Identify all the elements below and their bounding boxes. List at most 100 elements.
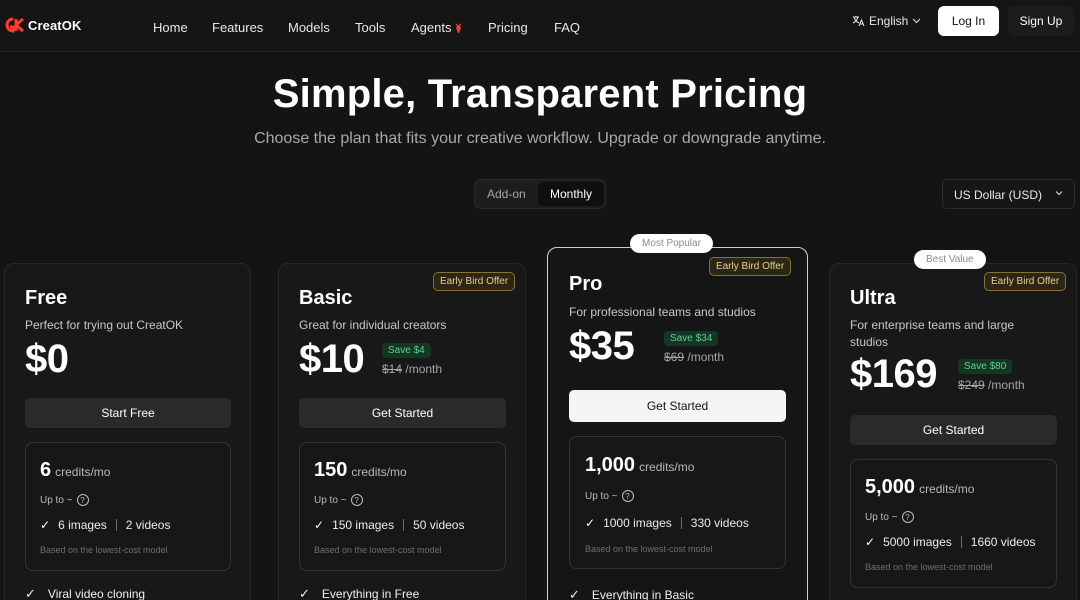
credits-amount: 1,000 credits/mo [585, 454, 694, 477]
up-to-label: Up to ~? [585, 490, 634, 502]
usage-row: ✓ 1000 images 330 videos [585, 516, 749, 530]
images-count: 5000 images [883, 535, 952, 549]
early-bird-badge: Early Bird Offer [984, 272, 1067, 291]
get-started-button[interactable]: Get Started [569, 390, 786, 422]
divider [115, 519, 117, 531]
signup-button[interactable]: Sign Up [1008, 6, 1074, 36]
logo-text: CreatOK [28, 17, 82, 33]
save-badge: Save $80 [958, 359, 1013, 374]
best-value-tag: Best Value [914, 250, 986, 269]
logo[interactable]: CreatOK [5, 17, 81, 33]
save-badge: Save $4 [382, 343, 431, 358]
up-to-text: Up to ~ [865, 511, 898, 523]
per-month: /month [687, 350, 725, 364]
videos-count: 1660 videos [970, 535, 1036, 549]
credits-value: 150 [314, 459, 348, 481]
check-icon: ✓ [314, 518, 325, 532]
get-started-button[interactable]: Get Started [299, 398, 506, 428]
save-badge: Save $34 [664, 331, 719, 346]
nav-features[interactable]: Features [212, 20, 263, 35]
feature-label: Everything in Basic [591, 588, 694, 600]
check-icon: ✓ [299, 586, 310, 600]
login-button[interactable]: Log In [938, 6, 999, 36]
help-icon[interactable]: ? [76, 494, 89, 506]
credits-unit: credits/mo [351, 465, 407, 479]
videos-count: 50 videos [413, 518, 465, 532]
feature-label: Viral video cloning [47, 587, 146, 600]
up-to-text: Up to ~ [314, 494, 347, 506]
currency-select[interactable]: US Dollar (USD) [942, 179, 1075, 209]
language-label: English [869, 14, 909, 28]
per-month: /month [988, 378, 1025, 392]
original-price: $14 /month [382, 362, 442, 376]
credits-unit: credits/mo [55, 465, 111, 479]
credits-box: 1,000 credits/mo Up to ~? ✓ 1000 images 330… [569, 436, 786, 569]
divider [680, 517, 682, 529]
get-started-button[interactable]: Get Started [850, 415, 1057, 445]
credits-amount: 150 credits/mo [314, 459, 407, 482]
plan-name: Basic [299, 287, 353, 309]
plan-card-ultra: Early Bird Offer Ultra For enterprise te… [829, 263, 1077, 600]
top-nav: CreatOK Home Features Models Tools Agent… [0, 0, 1080, 52]
start-free-button[interactable]: Start Free [25, 398, 231, 428]
nav-home[interactable]: Home [153, 20, 188, 35]
up-to-text: Up to ~ [40, 494, 73, 506]
usage-row: ✓ 5000 images 1660 videos [865, 535, 1036, 549]
logo-icon [5, 17, 24, 33]
original-price-value: $249 [958, 378, 985, 392]
divider [960, 536, 962, 548]
check-icon: ✓ [585, 516, 596, 530]
up-to-label: Up to ~? [865, 511, 914, 523]
nav-pricing[interactable]: Pricing [488, 20, 528, 35]
check-icon: ✓ [865, 535, 876, 549]
language-selector[interactable]: English [852, 14, 921, 28]
original-price-value: $69 [664, 350, 685, 364]
original-price: $69 /month [664, 350, 724, 364]
nav-tools[interactable]: Tools [355, 20, 385, 35]
plan-price: $0 [25, 337, 69, 381]
credits-value: 6 [40, 459, 52, 481]
plan-description: Perfect for trying out CreatOK [25, 318, 184, 332]
credits-value: 5,000 [865, 476, 916, 498]
most-popular-tag: Most Popular [630, 234, 713, 253]
help-icon[interactable]: ? [350, 494, 363, 506]
help-icon[interactable]: ? [901, 511, 914, 523]
plan-name: Pro [569, 273, 603, 295]
nav-agents[interactable]: Agents [411, 20, 464, 35]
credits-value: 1,000 [585, 454, 636, 476]
check-icon: ✓ [569, 587, 580, 600]
early-bird-badge: Early Bird Offer [709, 257, 792, 276]
plan-card-free: Free Perfect for trying out CreatOK $0 S… [4, 263, 251, 600]
feature-item: ✓ Everything in Free [299, 586, 419, 600]
images-count: 150 images [332, 518, 395, 532]
images-count: 1000 images [603, 516, 672, 530]
page-title: Simple, Transparent Pricing [272, 72, 808, 116]
check-icon: ✓ [40, 518, 51, 532]
nav-agents-label: Agents [411, 20, 452, 35]
plan-price: $10 [299, 337, 365, 381]
help-icon[interactable]: ? [621, 490, 634, 502]
credits-box: 5,000 credits/mo Up to ~? ✓ 5000 images 166… [850, 459, 1057, 588]
per-month: /month [405, 362, 443, 376]
plan-description: For professional teams and studios [569, 305, 756, 319]
credits-unit: credits/mo [639, 460, 695, 474]
plan-card-basic: Early Bird Offer Basic Great for individ… [278, 263, 526, 600]
up-to-label: Up to ~? [314, 494, 363, 506]
chevron-down-icon [1055, 191, 1063, 196]
nav-models[interactable]: Models [288, 20, 330, 35]
toggle-addon[interactable]: Add-on [487, 187, 526, 201]
usage-row: ✓ 150 images 50 videos [314, 518, 464, 532]
early-bird-badge: Early Bird Offer [433, 272, 516, 291]
feature-label: Everything in Free [321, 587, 420, 600]
credits-amount: 6 credits/mo [40, 459, 110, 482]
chevron-down-icon [912, 18, 921, 24]
plan-price: $169 [850, 352, 937, 396]
basis-note: Based on the lowest-cost model [865, 562, 993, 572]
plan-price: $35 [569, 324, 635, 368]
toggle-monthly[interactable]: Monthly [538, 182, 604, 206]
currency-value: US Dollar (USD) [954, 188, 1043, 202]
usage-row: ✓ 6 images 2 videos [40, 518, 170, 532]
page-subtitle: Choose the plan that fits your creative … [254, 130, 826, 147]
nav-faq[interactable]: FAQ [554, 20, 580, 35]
divider [403, 519, 405, 531]
